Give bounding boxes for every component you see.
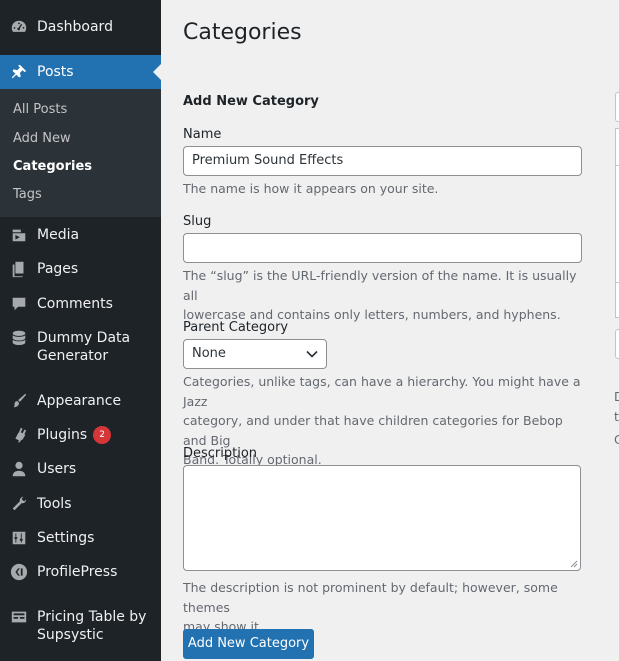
submenu-item-categories[interactable]: Categories <box>13 158 92 176</box>
sidebar-item-label: Dashboard <box>37 19 113 35</box>
name-help-text: The name is how it appears on your site. <box>183 181 439 196</box>
sidebar-item-label-line2: Generator <box>37 348 109 364</box>
parent-help-line: category, and under that have children c… <box>183 413 563 448</box>
plugins-label: Plugins <box>37 427 88 443</box>
table-header <box>615 128 619 166</box>
brush-icon <box>9 391 29 411</box>
sliders-icon <box>9 528 29 548</box>
sidebar-item-users[interactable]: Users <box>0 458 161 480</box>
table-row <box>615 165 619 283</box>
sidebar-item-settings[interactable]: Settings <box>0 527 161 549</box>
bulk-actions-select-bottom[interactable] <box>615 329 619 359</box>
sidebar-item-tools[interactable]: Tools <box>0 493 161 515</box>
slug-help-text: The “slug” is the URL-friendly version o… <box>183 266 583 325</box>
notice-fragment: C <box>614 432 619 447</box>
sidebar-item-label: Appearance <box>37 393 122 409</box>
wrench-icon <box>9 494 29 514</box>
parent-help-line: Categories, unlike tags, can have a hier… <box>183 374 581 409</box>
chevron-down-icon <box>306 350 318 358</box>
media-icon <box>9 225 29 245</box>
description-help-line: The description is not prominent by defa… <box>183 580 558 615</box>
notice-fragment: t <box>614 409 619 424</box>
database-icon <box>9 328 29 348</box>
resize-handle-icon[interactable] <box>570 560 578 568</box>
sidebar-item-label: Media <box>37 227 80 243</box>
sidebar-item-dummy-data-generator[interactable]: Dummy Data Generator <box>0 327 161 367</box>
submenu-item-add-new[interactable]: Add New <box>13 130 71 148</box>
pin-icon <box>9 62 29 82</box>
update-count-badge: 2 <box>93 426 112 444</box>
sidebar-item-label: Comments <box>37 296 113 312</box>
pricing-table-icon <box>9 607 29 627</box>
sidebar-item-plugins[interactable]: Plugins 2 <box>0 424 161 446</box>
pages-icon <box>9 259 29 279</box>
submenu-item-all-posts[interactable]: All Posts <box>13 101 67 119</box>
bulk-actions-select[interactable] <box>615 92 619 122</box>
name-label: Name <box>183 127 222 142</box>
slug-help-line: The “slug” is the URL-friendly version o… <box>183 268 577 303</box>
sidebar-item-label: Pricing Table by <box>37 609 147 625</box>
sidebar-item-appearance[interactable]: Appearance <box>0 390 161 412</box>
sidebar-item-label: Posts <box>37 64 74 80</box>
dashboard-icon <box>9 17 29 37</box>
add-category-heading: Add New Category <box>183 94 319 109</box>
sidebar-item-pricing-table[interactable]: Pricing Table by Supsystic <box>0 606 161 646</box>
plugin-icon <box>9 425 29 445</box>
notice-fragment: D <box>614 389 619 404</box>
main-content: Categories Add New Category Name Premium… <box>161 0 619 661</box>
description-textarea[interactable] <box>183 465 581 571</box>
admin-sidebar: Dashboard Posts All Posts Add New Catego… <box>0 0 161 661</box>
profilepress-icon <box>9 562 29 582</box>
parent-category-label: Parent Category <box>183 320 289 335</box>
parent-category-select[interactable]: None <box>183 339 327 369</box>
name-input[interactable]: Premium Sound Effects <box>183 146 582 176</box>
slug-input[interactable] <box>183 233 582 263</box>
sidebar-item-label: Pages <box>37 261 79 277</box>
sidebar-item-comments[interactable]: Comments <box>0 293 161 315</box>
sidebar-item-pages[interactable]: Pages <box>0 258 161 280</box>
submenu-item-tags[interactable]: Tags <box>13 186 42 204</box>
sidebar-item-label: Settings <box>37 530 95 546</box>
sidebar-item-media[interactable]: Media <box>0 224 161 246</box>
table-footer <box>615 282 619 318</box>
sidebar-item-label: Dummy Data <box>37 330 131 346</box>
sidebar-item-label: ProfilePress <box>37 564 118 580</box>
sidebar-item-label: Tools <box>37 496 72 512</box>
page-title: Categories <box>183 20 302 45</box>
user-icon <box>9 459 29 479</box>
sidebar-item-label: Users <box>37 461 77 477</box>
sidebar-item-label-line2: Supsystic <box>37 627 104 643</box>
current-menu-arrow <box>153 64 161 80</box>
sidebar-item-dashboard[interactable]: Dashboard <box>0 16 161 38</box>
description-label: Description <box>183 446 258 461</box>
description-help-text: The description is not prominent by defa… <box>183 578 583 637</box>
sidebar-item-profilepress[interactable]: ProfilePress <box>0 561 161 583</box>
posts-submenu: All Posts Add New Categories Tags <box>0 89 161 217</box>
parent-category-value: None <box>192 346 226 361</box>
comments-icon <box>9 294 29 314</box>
sidebar-item-label: Plugins 2 <box>37 426 112 444</box>
sidebar-item-posts[interactable]: Posts <box>0 55 161 89</box>
slug-label: Slug <box>183 214 212 229</box>
add-new-category-button[interactable]: Add New Category <box>183 629 314 659</box>
